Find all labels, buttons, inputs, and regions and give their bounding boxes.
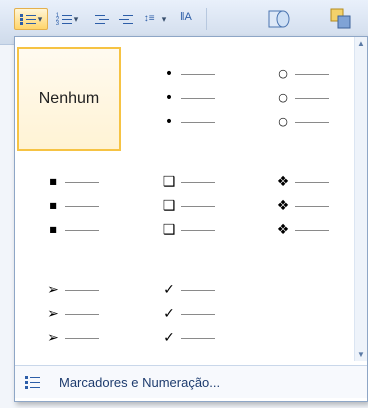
sample-line [181, 205, 215, 207]
checkmark-icon: ✓ [163, 282, 175, 298]
arrange-button[interactable] [326, 4, 356, 34]
sample-line [181, 289, 215, 291]
sample-line [181, 337, 215, 339]
bullet-library-popup: Nenhum • • • ○ ○ ○ ■ ■ ■ ❑ ❑ ❑ ❖ ❖ ❖ ➢ ➢… [14, 36, 368, 402]
line-spacing-button[interactable]: ↕≡ ▾ [138, 8, 172, 30]
numbering-button[interactable]: 1 2 3 ▾ [50, 8, 84, 30]
filled-square-icon: ■ [49, 201, 57, 210]
sample-line [295, 181, 329, 183]
checkmark-icon: ✓ [163, 306, 175, 322]
four-diamond-icon: ❖ [276, 174, 290, 190]
sample-line [65, 205, 99, 207]
sample-line [181, 97, 215, 99]
bullet-hollow-square-option[interactable]: ❑ ❑ ❑ [133, 155, 237, 259]
decrease-indent-button[interactable] [90, 8, 112, 30]
sample-line [65, 337, 99, 339]
hollow-square-icon: ❑ [162, 174, 176, 190]
numbering-icon: 1 2 3 [56, 13, 72, 27]
scroll-down-icon[interactable]: ▼ [355, 350, 367, 359]
bullet-diamond-option[interactable]: ❖ ❖ ❖ [247, 155, 351, 259]
sample-line [65, 229, 99, 231]
sample-line [181, 229, 215, 231]
bullet-arrow-option[interactable]: ➢ ➢ ➢ [17, 263, 121, 367]
sample-line [181, 121, 215, 123]
shape-icon [267, 7, 291, 31]
bullet-gallery: Nenhum • • • ○ ○ ○ ■ ■ ■ ❑ ❑ ❑ ❖ ❖ ❖ ➢ ➢… [15, 37, 355, 367]
hollow-square-icon: ❑ [162, 222, 176, 238]
increase-indent-icon [117, 13, 133, 25]
bullet-dot-icon: • [164, 114, 174, 130]
arrow-icon: ➢ [47, 330, 59, 346]
arrange-icon [329, 7, 353, 31]
hollow-circle-icon: ○ [278, 115, 288, 128]
sample-line [65, 313, 99, 315]
bullet-dot-icon: • [164, 66, 174, 82]
four-diamond-icon: ❖ [276, 198, 290, 214]
text-direction-icon: ‖A [180, 11, 192, 23]
toolbar-separator [206, 8, 207, 30]
hollow-circle-icon: ○ [278, 91, 288, 104]
bullet-checkmark-option[interactable]: ✓ ✓ ✓ [133, 263, 237, 367]
bullet-none-option[interactable]: Nenhum [17, 47, 121, 151]
filled-square-icon: ■ [49, 177, 57, 186]
sample-line [181, 73, 215, 75]
bullets-numbering-menu-item[interactable]: Marcadores e Numeração... [15, 365, 367, 398]
sample-line [295, 121, 329, 123]
sample-line [181, 313, 215, 315]
gallery-scrollbar[interactable]: ▲ ▼ [354, 37, 367, 361]
chevron-down-icon[interactable]: ▾ [162, 14, 167, 25]
sample-line [295, 97, 329, 99]
chevron-down-icon[interactable]: ▾ [38, 14, 43, 25]
sample-line [181, 181, 215, 183]
shape-button[interactable] [264, 4, 294, 34]
sample-line [295, 205, 329, 207]
none-label: Nenhum [38, 90, 100, 107]
increase-indent-button[interactable] [114, 8, 136, 30]
chevron-down-icon[interactable]: ▾ [74, 14, 79, 25]
bullets-numbering-label: Marcadores e Numeração... [59, 374, 221, 390]
arrow-icon: ➢ [47, 282, 59, 298]
hollow-square-icon: ❑ [162, 198, 176, 214]
scroll-up-icon[interactable]: ▲ [355, 39, 367, 48]
line-spacing-icon: ↕≡ [143, 13, 155, 24]
hollow-circle-icon: ○ [278, 67, 288, 80]
bullets-button[interactable]: ▾ [14, 8, 48, 30]
decrease-indent-icon [93, 13, 109, 25]
sample-line [65, 181, 99, 183]
four-diamond-icon: ❖ [276, 222, 290, 238]
text-direction-button[interactable]: ‖A [176, 8, 200, 30]
list-icon [25, 375, 41, 389]
sample-line [295, 229, 329, 231]
bullet-square-option[interactable]: ■ ■ ■ [17, 155, 121, 259]
bullet-hollow-circle-option[interactable]: ○ ○ ○ [247, 47, 351, 151]
bullets-icon [19, 13, 36, 25]
checkmark-icon: ✓ [163, 330, 175, 346]
bullet-dot-option[interactable]: • • • [133, 47, 237, 151]
filled-square-icon: ■ [49, 225, 57, 234]
sample-line [65, 289, 99, 291]
sample-line [295, 73, 329, 75]
bullet-dot-icon: • [164, 90, 174, 106]
arrow-icon: ➢ [47, 306, 59, 322]
